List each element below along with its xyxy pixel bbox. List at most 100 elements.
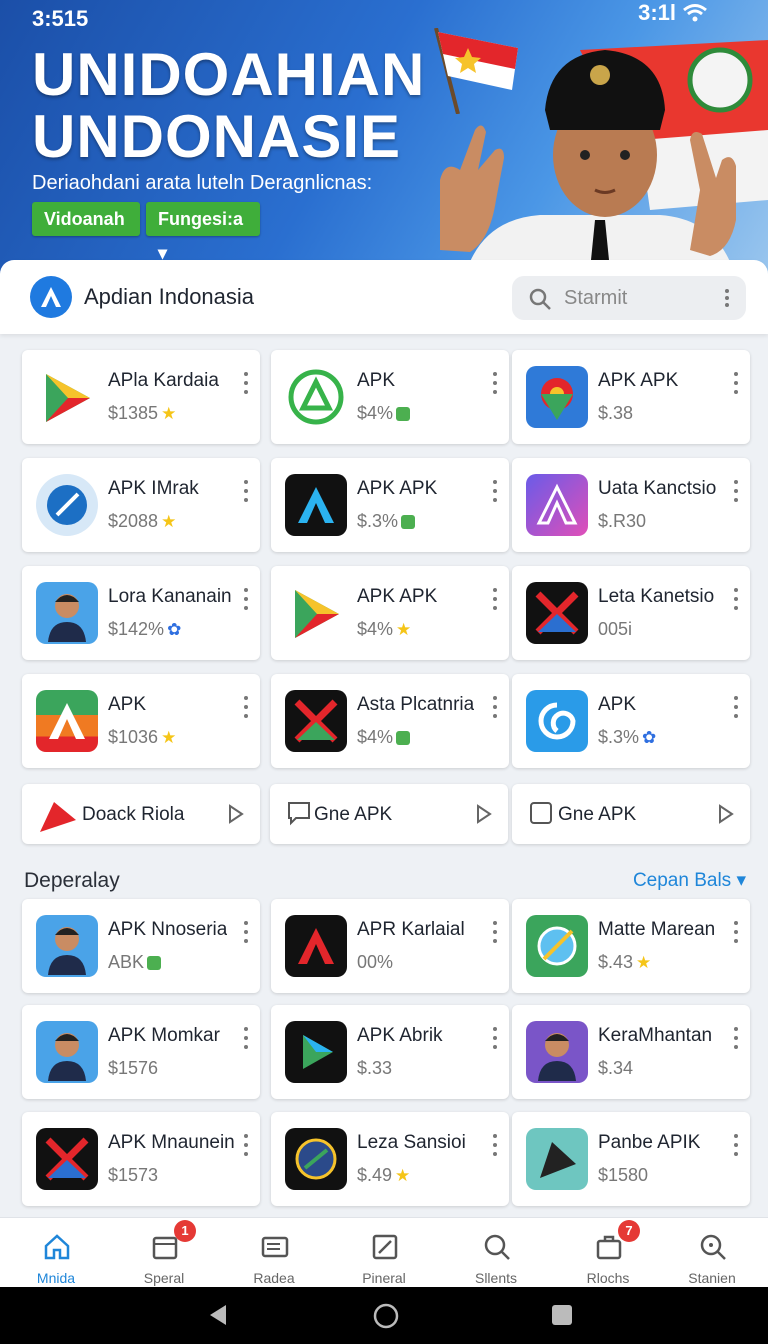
quick-action-card[interactable]: Gne APK bbox=[270, 784, 508, 844]
app-price: $1385 ★ bbox=[108, 403, 177, 423]
banner-button-secondary[interactable]: Fungesi:a ▾ bbox=[146, 202, 260, 263]
app-name: APK APK bbox=[357, 478, 438, 499]
app-card[interactable]: Panbe APIK $1580 bbox=[512, 1112, 750, 1206]
more-icon[interactable] bbox=[730, 921, 742, 943]
quick-action-card[interactable]: Doack Riola bbox=[22, 784, 260, 844]
app-card[interactable]: APK $4% bbox=[271, 350, 509, 444]
app-card[interactable]: APK APK $.3% bbox=[271, 458, 509, 552]
more-icon[interactable] bbox=[489, 1134, 501, 1156]
more-icon[interactable] bbox=[730, 1027, 742, 1049]
more-icon[interactable] bbox=[240, 372, 252, 394]
back-icon[interactable] bbox=[206, 1303, 230, 1327]
more-icon[interactable] bbox=[240, 1134, 252, 1156]
nav-item-radea[interactable]: Radea bbox=[224, 1226, 324, 1286]
app-logo-icon[interactable] bbox=[30, 276, 72, 318]
star-icon: ★ bbox=[161, 403, 177, 423]
app-card[interactable]: APK APK $.38 bbox=[512, 350, 750, 444]
play-icon[interactable] bbox=[718, 804, 734, 824]
nav-item-speral[interactable]: 1 Speral bbox=[114, 1220, 214, 1286]
checkbox-icon[interactable] bbox=[528, 800, 554, 826]
quick-action-card[interactable]: Gne APK bbox=[512, 784, 750, 844]
app-card[interactable]: APK APK $4% ★ bbox=[271, 566, 509, 660]
nav-item-stanien[interactable]: Stanien bbox=[662, 1226, 762, 1286]
nav-item-pineral[interactable]: Pineral bbox=[334, 1226, 434, 1286]
app-card[interactable]: KeraMhantan $.34 bbox=[512, 1005, 750, 1099]
more-icon[interactable] bbox=[489, 588, 501, 610]
status-time: 3:515 bbox=[32, 6, 89, 31]
app-card[interactable]: APK Abrik $.33 bbox=[271, 1005, 509, 1099]
nav-item-home[interactable]: Mnida bbox=[6, 1226, 106, 1286]
app-name: APK APK bbox=[598, 370, 679, 391]
nav-item-sllents[interactable]: Sllents bbox=[446, 1226, 546, 1286]
home-button-icon[interactable] bbox=[373, 1303, 399, 1329]
avatar-icon bbox=[36, 582, 98, 644]
pen-icon bbox=[526, 1128, 588, 1190]
app-card[interactable]: Lora Kananain $142% ✿ bbox=[22, 566, 260, 660]
avatar-icon bbox=[36, 915, 98, 977]
app-name: APK bbox=[108, 694, 147, 715]
more-icon[interactable] bbox=[730, 588, 742, 610]
recents-icon[interactable] bbox=[550, 1303, 574, 1327]
app-card[interactable]: Leza Sansioi $.49 ★ bbox=[271, 1112, 509, 1206]
nav-label: Mnida bbox=[36, 1270, 76, 1286]
quick-action-label: Gne APK bbox=[314, 804, 393, 825]
search-bar[interactable] bbox=[512, 276, 746, 320]
nav-label: Pineral bbox=[362, 1270, 406, 1286]
app-price: $.33 bbox=[357, 1058, 393, 1078]
app-price: $.34 bbox=[598, 1058, 634, 1078]
more-icon[interactable] bbox=[730, 480, 742, 502]
news-icon bbox=[261, 1236, 289, 1258]
star-icon: ★ bbox=[395, 1165, 411, 1185]
more-options-icon[interactable] bbox=[724, 288, 730, 308]
app-card[interactable]: APK $.3% ✿ bbox=[512, 674, 750, 768]
section-title: Deperalay bbox=[24, 869, 120, 892]
app-name: Lora Kananain bbox=[108, 586, 232, 607]
play-triangle-icon bbox=[285, 582, 347, 644]
play-icon[interactable] bbox=[228, 804, 244, 824]
app-card[interactable]: APK IMrak $2088 ★ bbox=[22, 458, 260, 552]
app-name: Leza Sansioi bbox=[357, 1132, 466, 1153]
more-icon[interactable] bbox=[730, 1134, 742, 1156]
app-card[interactable]: APK Nnoseria ABK bbox=[22, 899, 260, 993]
app-card[interactable]: APR Karlaial 00% bbox=[271, 899, 509, 993]
app-card[interactable]: APla Kardaia $1385 ★ bbox=[22, 350, 260, 444]
app-card[interactable]: Matte Marean $.43 ★ bbox=[512, 899, 750, 993]
more-icon[interactable] bbox=[489, 696, 501, 718]
star-icon: ★ bbox=[161, 511, 177, 531]
app-price: $4% bbox=[357, 727, 411, 748]
cross-flag-icon bbox=[526, 582, 588, 644]
section-see-all-link[interactable]: Cepan Bals ▾ bbox=[633, 869, 746, 892]
app-price: $4% bbox=[357, 403, 411, 424]
more-icon[interactable] bbox=[489, 1027, 501, 1049]
app-card[interactable]: APK $1036 ★ bbox=[22, 674, 260, 768]
more-icon[interactable] bbox=[730, 696, 742, 718]
more-icon[interactable] bbox=[730, 372, 742, 394]
nav-label: Radea bbox=[253, 1270, 295, 1286]
app-card[interactable]: Uata Kanctsio $.R30 bbox=[512, 458, 750, 552]
more-icon[interactable] bbox=[240, 1027, 252, 1049]
swirl-icon bbox=[526, 690, 588, 752]
more-icon[interactable] bbox=[240, 921, 252, 943]
more-icon[interactable] bbox=[240, 696, 252, 718]
gear-icon: ✿ bbox=[642, 727, 657, 747]
search-input[interactable] bbox=[564, 276, 704, 320]
nav-label: Speral bbox=[143, 1270, 185, 1286]
app-card[interactable]: APK Mnaunein $1573 bbox=[22, 1112, 260, 1206]
app-price: $.43 ★ bbox=[598, 952, 652, 972]
app-card[interactable]: Asta Plcatnria $4% bbox=[271, 674, 509, 768]
circle-logo-icon bbox=[285, 1128, 347, 1190]
star-icon: ★ bbox=[161, 727, 177, 747]
more-icon[interactable] bbox=[489, 372, 501, 394]
more-icon[interactable] bbox=[240, 588, 252, 610]
more-icon[interactable] bbox=[240, 480, 252, 502]
nav-item-rlochs[interactable]: 7 Rlochs bbox=[558, 1220, 658, 1286]
notification-badge: 1 bbox=[174, 1220, 196, 1242]
app-price: $4% ★ bbox=[357, 619, 412, 639]
app-card[interactable]: Leta Kanetsio 005i bbox=[512, 566, 750, 660]
more-icon[interactable] bbox=[489, 921, 501, 943]
app-card[interactable]: APK Momkar $1576 bbox=[22, 1005, 260, 1099]
play-icon[interactable] bbox=[476, 804, 492, 824]
more-icon[interactable] bbox=[489, 480, 501, 502]
app-price: $142% ✿ bbox=[108, 619, 182, 639]
banner-button-primary[interactable]: Vidoanah bbox=[32, 202, 140, 236]
